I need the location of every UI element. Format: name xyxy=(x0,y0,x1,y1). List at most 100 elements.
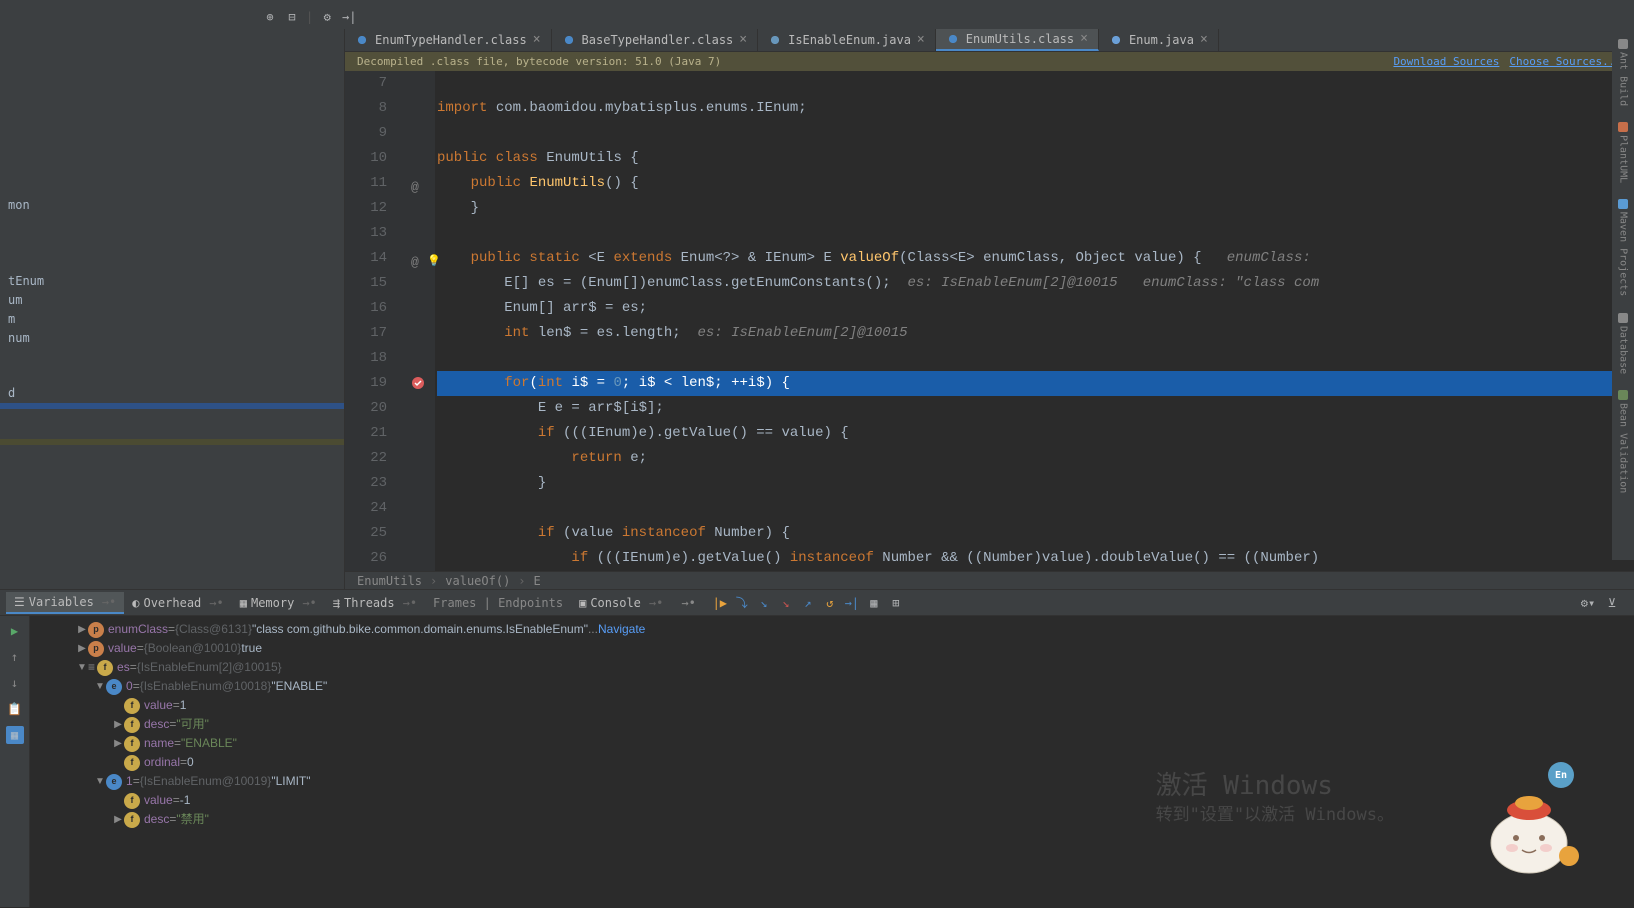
variable-row[interactable]: ▶pvalue = {Boolean@10010} true xyxy=(30,639,1634,658)
clipboard-icon[interactable]: 📋 xyxy=(6,700,24,718)
close-icon[interactable]: × xyxy=(1080,31,1088,46)
tree-item[interactable] xyxy=(0,403,344,409)
tree-item[interactable]: um xyxy=(0,290,344,310)
right-tool-tab[interactable]: Maven Projects xyxy=(1614,193,1632,302)
code-line[interactable]: return e; xyxy=(437,446,1634,471)
override-icon[interactable]: @ xyxy=(411,250,427,266)
variable-row[interactable]: fvalue = -1 xyxy=(30,791,1634,810)
bc-class[interactable]: EnumUtils xyxy=(357,574,422,588)
variable-row[interactable]: ▼e0 = {IsEnableEnum@10018} "ENABLE" xyxy=(30,677,1634,696)
expand-arrow-icon[interactable]: ▶ xyxy=(76,639,88,658)
expand-arrow-icon[interactable]: ▼ xyxy=(94,677,106,696)
down-icon[interactable]: ↓ xyxy=(6,674,24,692)
debug-tab[interactable]: ▦Memory→• xyxy=(232,592,325,614)
expand-arrow-icon[interactable]: ▼ xyxy=(94,772,106,791)
bc-type[interactable]: E xyxy=(534,574,541,588)
expand-arrow-icon[interactable]: ▶ xyxy=(76,620,88,639)
choose-sources-link[interactable]: Choose Sources... xyxy=(1509,55,1622,68)
variable-row[interactable]: fvalue = 1 xyxy=(30,696,1634,715)
step-last-icon[interactable]: |▶ xyxy=(712,595,728,611)
code-line[interactable]: public static <E extends Enum<?> & IEnum… xyxy=(437,246,1634,271)
gear-icon[interactable]: ⚙ xyxy=(319,9,335,25)
variable-row[interactable]: ▼≡fes = {IsEnableEnum[2]@10015} xyxy=(30,658,1634,677)
force-step-icon[interactable]: ↘ xyxy=(778,595,794,611)
resume-icon[interactable]: ▶ xyxy=(6,622,24,640)
drop-frame-icon[interactable]: ↺ xyxy=(822,595,838,611)
debug-tab[interactable]: Frames | Endpoints xyxy=(425,592,571,614)
code-line[interactable]: E e = arr$[i$]; xyxy=(437,396,1634,421)
right-tool-tab[interactable]: Bean Validation xyxy=(1614,384,1632,499)
code-line[interactable] xyxy=(437,121,1634,146)
file-tab[interactable]: Enum.java× xyxy=(1099,29,1219,51)
expand-arrow-icon[interactable]: ▼ xyxy=(76,658,88,677)
close-icon[interactable]: × xyxy=(1200,32,1208,47)
code-line[interactable]: } xyxy=(437,471,1634,496)
code-line[interactable]: int len$ = es.length; es: IsEnableEnum[2… xyxy=(437,321,1634,346)
step-over-icon[interactable]: ⤵ xyxy=(734,595,750,611)
variable-row[interactable]: ▶fname = "ENABLE" xyxy=(30,734,1634,753)
file-tab[interactable]: BaseTypeHandler.class× xyxy=(552,29,759,51)
variable-row[interactable]: ▶penumClass = {Class@6131} "class com.gi… xyxy=(30,620,1634,639)
pin-icon[interactable]: ⊻ xyxy=(1604,595,1620,611)
variable-row[interactable]: ▶fdesc = "禁用" xyxy=(30,810,1634,829)
trace-icon[interactable]: ⊞ xyxy=(888,595,904,611)
code-lines[interactable]: import com.baomidou.mybatisplus.enums.IE… xyxy=(435,71,1634,571)
collapse-icon[interactable]: ⊟ xyxy=(284,9,300,25)
breakpoint-icon[interactable] xyxy=(411,376,427,392)
target-icon[interactable]: ⊕ xyxy=(262,9,278,25)
expand-arrow-icon[interactable]: ▶ xyxy=(112,734,124,753)
file-tab[interactable]: IsEnableEnum.java× xyxy=(758,29,936,51)
up-icon[interactable]: ↑ xyxy=(6,648,24,666)
right-tool-tab[interactable]: Ant Build xyxy=(1614,33,1632,112)
code-line[interactable]: Enum[] arr$ = es; xyxy=(437,296,1634,321)
debug-tab[interactable]: ⇶Threads→• xyxy=(325,592,425,614)
debug-tab[interactable]: ▣Console→• xyxy=(571,592,671,614)
download-sources-link[interactable]: Download Sources xyxy=(1393,55,1499,68)
evaluate-icon[interactable]: ▦ xyxy=(866,595,882,611)
override-icon[interactable]: @ xyxy=(411,175,427,191)
right-tool-tab[interactable]: Database xyxy=(1614,307,1632,380)
step-into-icon[interactable]: ↘ xyxy=(756,595,772,611)
project-tree[interactable]: montEnumummnumd xyxy=(0,29,345,589)
code-line[interactable]: public class EnumUtils { xyxy=(437,146,1634,171)
navigate-link[interactable]: Navigate xyxy=(598,620,645,639)
code-line[interactable] xyxy=(437,221,1634,246)
expand-arrow-icon[interactable]: ▶ xyxy=(112,715,124,734)
debug-tab[interactable]: ◐Overhead→• xyxy=(124,592,231,614)
code-line[interactable] xyxy=(437,496,1634,521)
code-line[interactable]: if (((IEnum)e).getValue() instanceof Num… xyxy=(437,546,1634,571)
tree-item[interactable] xyxy=(0,109,344,115)
language-indicator[interactable]: En xyxy=(1548,762,1574,788)
tree-item[interactable]: d xyxy=(0,383,344,403)
step-out-icon[interactable]: ↗ xyxy=(800,595,816,611)
tree-item[interactable]: tEnum xyxy=(0,271,344,291)
close-icon[interactable]: × xyxy=(533,32,541,47)
variable-row[interactable]: fordinal = 0 xyxy=(30,753,1634,772)
code-editor[interactable]: 7891011121314151617181920212223242526 @ @… xyxy=(345,71,1634,571)
console-arrow-icon[interactable]: →• xyxy=(673,593,703,613)
expand-arrow-icon[interactable]: ▶ xyxy=(112,810,124,829)
right-tool-tab[interactable]: PlantUML xyxy=(1614,116,1632,189)
editor-breadcrumb[interactable]: EnumUtils › valueOf() › E xyxy=(345,571,1634,589)
variables-tree[interactable]: ▶penumClass = {Class@6131} "class com.gi… xyxy=(30,616,1634,907)
file-tab[interactable]: EnumUtils.class× xyxy=(936,29,1099,51)
code-line[interactable]: for(int i$ = 0; i$ < len$; ++i$) { xyxy=(437,371,1634,396)
debug-tab[interactable]: ☰Variables→• xyxy=(6,592,124,614)
hide-icon[interactable]: →| xyxy=(341,9,357,25)
close-icon[interactable]: × xyxy=(917,32,925,47)
close-icon[interactable]: × xyxy=(739,32,747,47)
file-tab[interactable]: EnumTypeHandler.class× xyxy=(345,29,552,51)
variable-row[interactable]: ▼e1 = {IsEnableEnum@10019} "LIMIT" xyxy=(30,772,1634,791)
view-icon[interactable]: ▦ xyxy=(6,726,24,744)
line-gutter[interactable]: 7891011121314151617181920212223242526 xyxy=(345,71,405,571)
bc-method[interactable]: valueOf() xyxy=(445,574,510,588)
tree-item[interactable]: m xyxy=(0,309,344,329)
gear-icon[interactable]: ⚙▾ xyxy=(1580,595,1596,611)
code-line[interactable]: if (((IEnum)e).getValue() == value) { xyxy=(437,421,1634,446)
code-line[interactable]: } xyxy=(437,196,1634,221)
run-cursor-icon[interactable]: →| xyxy=(844,595,860,611)
code-line[interactable]: public EnumUtils() { xyxy=(437,171,1634,196)
tree-item[interactable]: mon xyxy=(0,195,344,215)
code-line[interactable]: if (value instanceof Number) { xyxy=(437,521,1634,546)
variable-row[interactable]: ▶fdesc = "可用" xyxy=(30,715,1634,734)
